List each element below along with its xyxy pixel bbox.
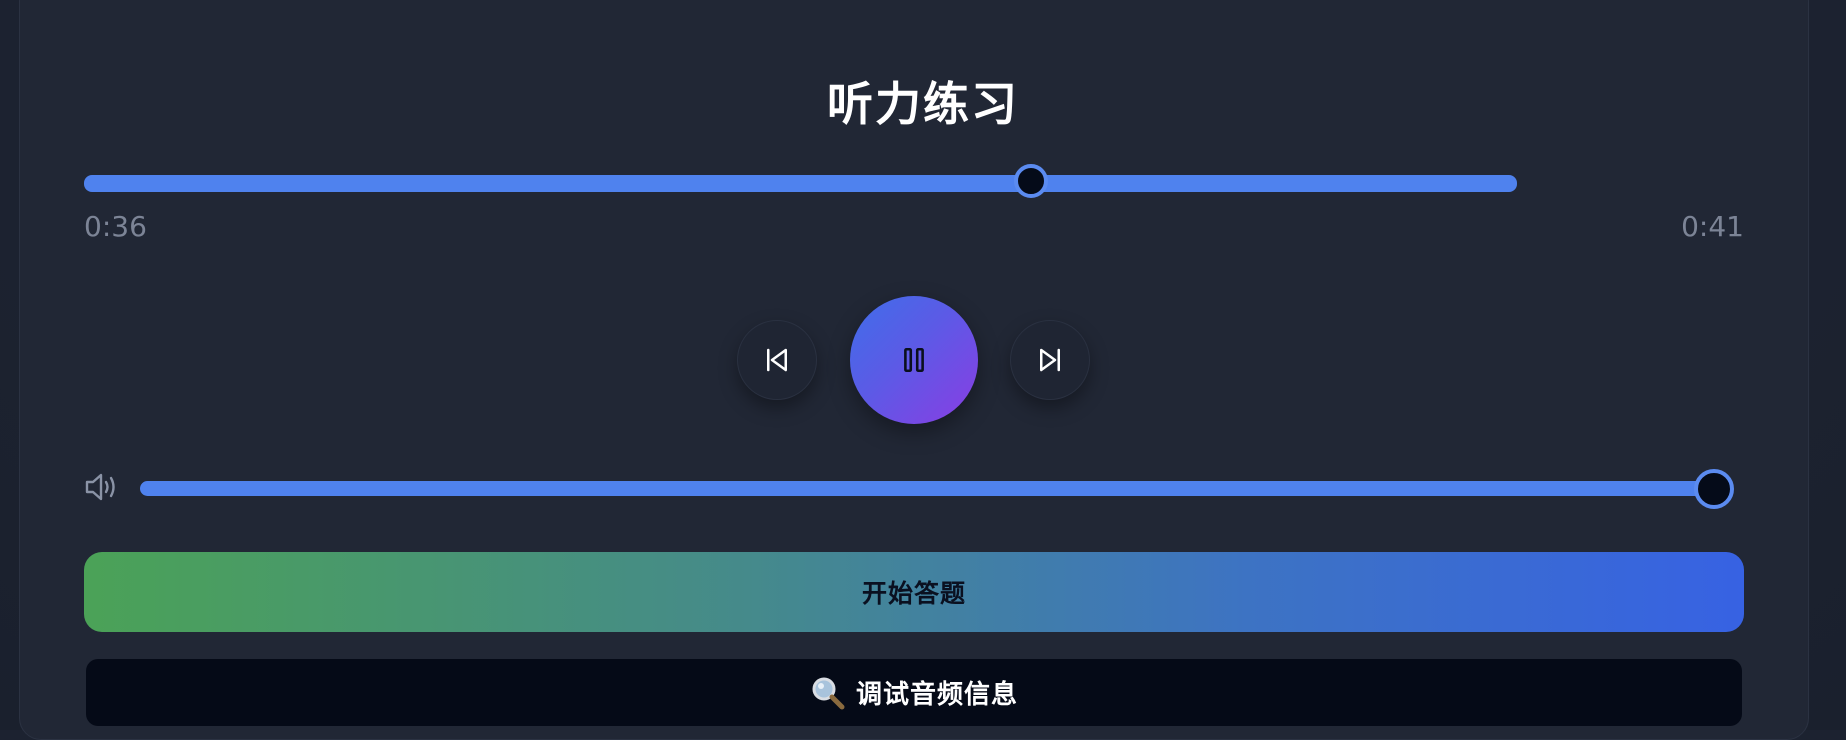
debug-audio-button[interactable]: 调试音频信息 (86, 659, 1742, 726)
previous-button[interactable] (737, 320, 817, 400)
play-pause-button[interactable] (850, 296, 978, 424)
progress-bar[interactable] (84, 175, 1517, 192)
volume-thumb[interactable] (1694, 469, 1734, 509)
skip-back-icon (762, 345, 792, 375)
total-time: 0:41 (1681, 210, 1744, 243)
start-quiz-button[interactable]: 开始答题 (84, 552, 1744, 632)
magnifier-icon (810, 675, 846, 711)
next-button[interactable] (1010, 320, 1090, 400)
debug-audio-label: 调试音频信息 (855, 680, 1018, 710)
volume-icon[interactable] (84, 472, 118, 502)
skip-forward-icon (1035, 345, 1065, 375)
volume-slider[interactable] (140, 481, 1730, 496)
current-time: 0:36 (84, 210, 147, 243)
page-title: 听力练习 (827, 77, 1019, 131)
pause-icon (901, 346, 927, 374)
progress-thumb[interactable] (1014, 164, 1048, 198)
